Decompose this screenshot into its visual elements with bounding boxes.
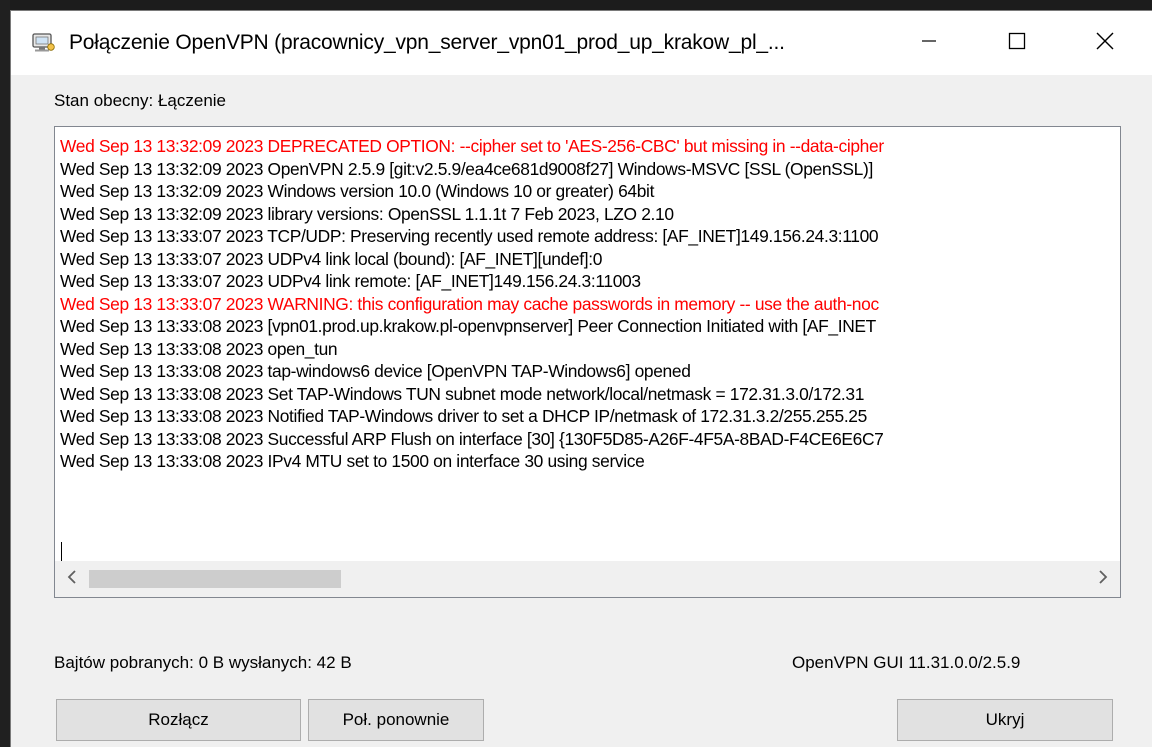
log-line: Wed Sep 13 13:33:08 2023 tap-windows6 de… (60, 361, 691, 381)
desktop-background-top (0, 0, 1152, 10)
maximize-icon (1008, 32, 1026, 55)
log-line: Wed Sep 13 13:33:08 2023 [vpn01.prod.up.… (60, 316, 876, 336)
gui-version-label: OpenVPN GUI 11.31.0.0/2.5.9 (792, 653, 1021, 672)
reconnect-button[interactable]: Poł. ponownie (308, 699, 484, 741)
log-line: Wed Sep 13 13:32:09 2023 Windows version… (60, 181, 655, 201)
desktop-background-left (0, 0, 10, 747)
openvpn-connection-window: Połączenie OpenVPN (pracownicy_vpn_serve… (10, 10, 1152, 747)
log-line: Wed Sep 13 13:33:07 2023 TCP/UDP: Preser… (60, 226, 879, 246)
disconnect-button[interactable]: Rozłącz (56, 699, 301, 741)
chevron-left-icon (67, 569, 77, 589)
chevron-right-icon (1098, 569, 1108, 589)
hide-button[interactable]: Ukryj (897, 699, 1113, 741)
log-line: Wed Sep 13 13:33:08 2023 Notified TAP-Wi… (60, 406, 867, 426)
minimize-icon (921, 33, 937, 54)
log-line: Wed Sep 13 13:33:08 2023 Successful ARP … (60, 428, 884, 449)
horizontal-scrollbar[interactable] (55, 561, 1120, 597)
scrollbar-thumb[interactable] (89, 570, 341, 588)
log-line: Wed Sep 13 13:33:08 2023 open_tun (60, 338, 338, 359)
log-textbox[interactable]: Wed Sep 13 13:32:09 2023 DEPRECATED OPTI… (54, 126, 1121, 598)
log-line: Wed Sep 13 13:33:07 2023 WARNING: this c… (60, 293, 879, 314)
close-icon (1096, 32, 1114, 55)
scroll-left-button[interactable] (55, 561, 89, 597)
scroll-right-button[interactable] (1086, 561, 1120, 597)
log-line: Wed Sep 13 13:33:08 2023 Set TAP-Windows… (60, 383, 865, 404)
log-line: Wed Sep 13 13:32:09 2023 library version… (60, 203, 674, 224)
bytes-counter: Bajtów pobranych: 0 B wysłanych: 42 B (54, 653, 352, 672)
maximize-button[interactable] (985, 11, 1049, 75)
log-lines: Wed Sep 13 13:32:09 2023 DEPRECATED OPTI… (60, 135, 884, 473)
window-title: Połączenie OpenVPN (pracownicy_vpn_serve… (69, 31, 785, 54)
log-line: Wed Sep 13 13:33:08 2023 IPv4 MTU set to… (60, 451, 645, 471)
log-line: Wed Sep 13 13:32:09 2023 DEPRECATED OPTI… (60, 136, 884, 156)
log-line: Wed Sep 13 13:32:09 2023 OpenVPN 2.5.9 [… (60, 158, 873, 179)
text-caret (61, 542, 62, 562)
log-line: Wed Sep 13 13:33:07 2023 UDPv4 link loca… (60, 248, 603, 269)
title-bar[interactable]: Połączenie OpenVPN (pracownicy_vpn_serve… (11, 11, 1152, 75)
connection-status: Stan obecny: Łączenie (54, 91, 227, 110)
minimize-button[interactable] (897, 11, 961, 75)
close-button[interactable] (1073, 11, 1137, 75)
log-line: Wed Sep 13 13:33:07 2023 UDPv4 link remo… (60, 271, 641, 291)
openvpn-app-icon (31, 33, 55, 53)
